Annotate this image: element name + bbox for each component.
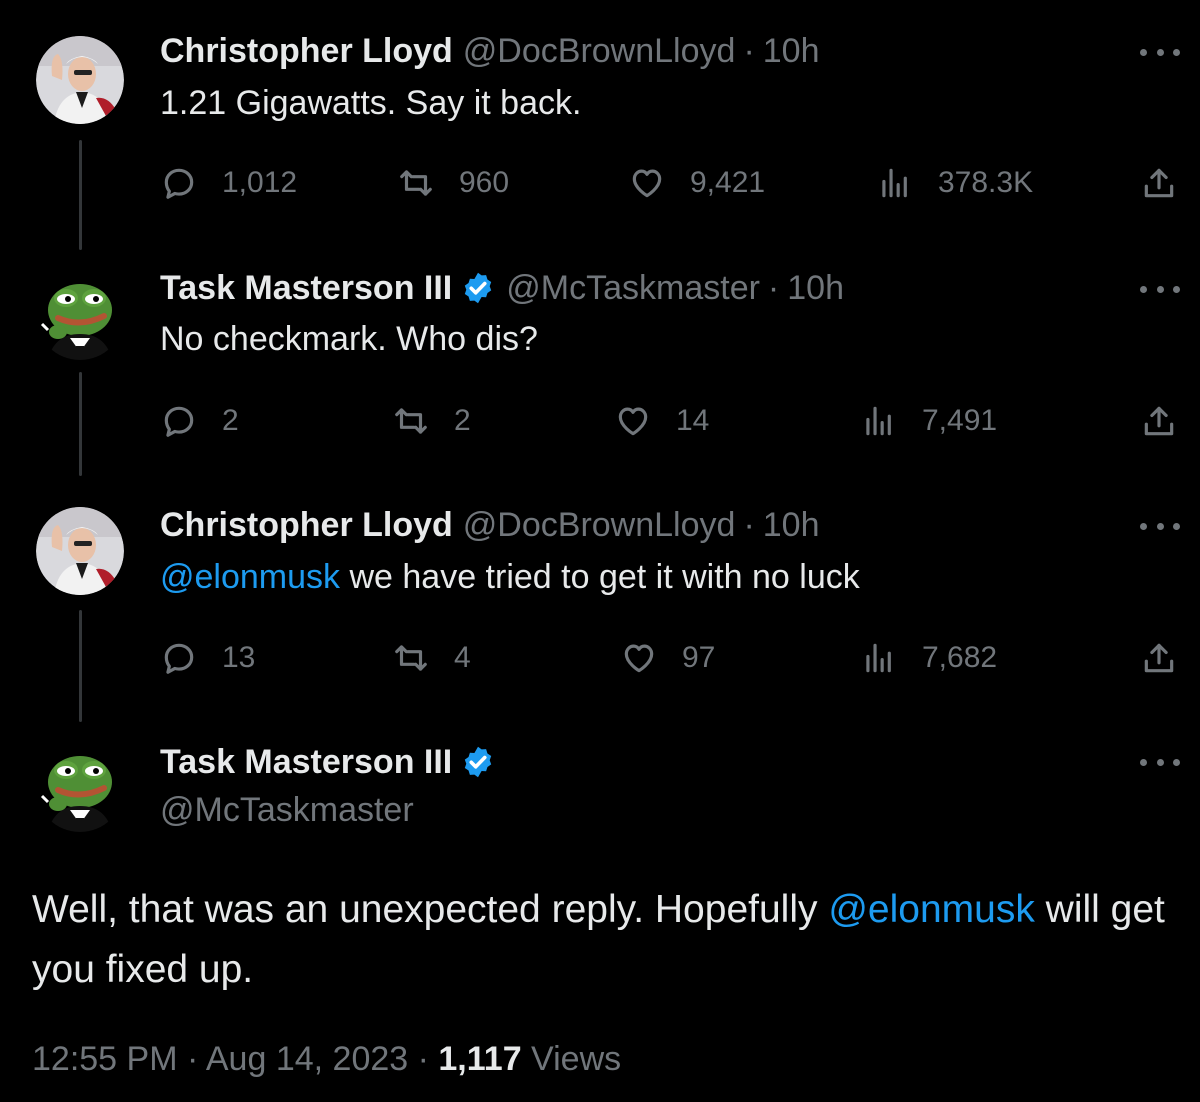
like-count: 9,421 (690, 166, 766, 199)
share-button[interactable] (1140, 633, 1178, 683)
tweet-3-actions: 13 4 97 7,682 (0, 633, 1200, 683)
reply-icon (164, 643, 194, 674)
tweet-2-actions: 2 2 14 7,491 (0, 396, 1200, 446)
like-button[interactable]: 14 (614, 396, 709, 446)
author-name[interactable]: Task Masterson III (160, 269, 452, 308)
avatar-photo (36, 507, 124, 595)
tweet-1-header: Christopher Lloyd @DocBrownLloyd · 10h (160, 29, 820, 73)
retweet-button[interactable]: 960 (397, 158, 509, 208)
separator-dot: · (177, 1040, 206, 1078)
separator-dot: · (767, 268, 780, 307)
views-count: 7,491 (922, 404, 998, 437)
more-icon[interactable] (1140, 752, 1180, 772)
more-icon[interactable] (1140, 279, 1180, 299)
reply-icon (164, 406, 194, 437)
author-name[interactable]: Christopher Lloyd (160, 506, 453, 545)
views-button[interactable]: 7,491 (860, 396, 997, 446)
avatar-pepe (36, 744, 124, 832)
main-tweet-text-start: Well, that was an unexpected reply. Hope… (32, 888, 829, 931)
tweet-text: @elonmusk we have tried to get it with n… (160, 558, 860, 597)
heart-icon (624, 644, 654, 673)
retweet-count: 4 (454, 641, 471, 674)
mention-link[interactable]: @elonmusk (828, 888, 1035, 931)
tweet-1-actions: 1,012 960 9,421 378.3K (0, 158, 1200, 208)
tweet-text-rest: we have tried to get it with no luck (340, 558, 860, 596)
tweet-text: 1.21 Gigawatts. Say it back. (160, 84, 582, 122)
verified-badge-icon[interactable] (460, 744, 496, 780)
reply-button[interactable]: 13 (160, 633, 255, 683)
separator-dot: · (743, 31, 755, 70)
more-icon[interactable] (1140, 42, 1180, 62)
tweet-time[interactable]: 10h (763, 32, 820, 71)
separator-dot: · (408, 1040, 439, 1078)
verified-badge-icon[interactable] (460, 270, 496, 306)
heart-icon (618, 407, 648, 436)
author-handle[interactable]: @DocBrownLloyd (463, 32, 736, 71)
like-button[interactable]: 9,421 (628, 158, 765, 208)
views-icon (882, 168, 907, 198)
avatar-christopher-lloyd[interactable] (36, 507, 124, 595)
reply-count: 13 (222, 641, 256, 674)
views-total[interactable]: 1,117 (438, 1040, 521, 1078)
reply-count: 1,012 (222, 166, 298, 199)
like-count: 14 (676, 404, 710, 437)
tweet-3-header: Christopher Lloyd @DocBrownLloyd · 10h (160, 503, 820, 547)
retweet-icon (395, 645, 427, 671)
share-icon (1144, 168, 1174, 198)
share-icon (1144, 643, 1174, 673)
author-handle[interactable]: @DocBrownLloyd (463, 506, 736, 545)
avatar-task-masterson[interactable] (36, 272, 124, 360)
retweet-button[interactable]: 4 (392, 633, 471, 683)
retweet-icon (395, 408, 427, 434)
tweet-time[interactable]: 10h (763, 506, 820, 545)
views-label: Views (521, 1040, 622, 1078)
main-tweet-header: Task Masterson III (160, 740, 496, 784)
tweet-date[interactable]: Aug 14, 2023 (206, 1040, 408, 1078)
retweet-count: 2 (454, 404, 471, 437)
like-count: 97 (682, 641, 716, 674)
tweet-text: No checkmark. Who dis? (160, 320, 538, 358)
tweet-2-header: Task Masterson III @McTaskmaster · 10h (160, 266, 844, 310)
avatar-photo (36, 36, 124, 124)
reply-button[interactable]: 2 (160, 396, 239, 446)
views-icon (866, 406, 891, 436)
author-handle[interactable]: @McTaskmaster (160, 791, 414, 830)
tweet-metadata: 12:55 PM · Aug 14, 2023 · 1,117 Views (32, 1040, 621, 1079)
like-button[interactable]: 97 (620, 633, 715, 683)
main-tweet-text: Well, that was an unexpected reply. Hope… (32, 880, 1172, 1000)
views-icon (866, 643, 891, 673)
mention-link[interactable]: @elonmusk (160, 558, 340, 596)
views-button[interactable]: 7,682 (860, 633, 997, 683)
separator-dot: · (743, 505, 755, 544)
avatar-christopher-lloyd[interactable] (36, 36, 124, 124)
author-handle[interactable]: @McTaskmaster (506, 269, 760, 308)
heart-icon (632, 169, 662, 198)
reply-icon (164, 168, 194, 199)
retweet-icon (400, 170, 432, 196)
tweet-time[interactable]: 10h (787, 269, 844, 308)
views-count: 7,682 (922, 641, 998, 674)
avatar-pepe (36, 272, 124, 360)
share-icon (1144, 406, 1174, 436)
tweet-1[interactable]: Christopher Lloyd @DocBrownLloyd · 10h 1… (0, 0, 1200, 240)
retweet-button[interactable]: 2 (392, 396, 471, 446)
author-name[interactable]: Task Masterson III (160, 743, 452, 782)
share-button[interactable] (1140, 396, 1178, 446)
author-name[interactable]: Christopher Lloyd (160, 32, 453, 71)
reply-button[interactable]: 1,012 (160, 158, 297, 208)
retweet-count: 960 (459, 166, 510, 199)
tweet-2[interactable]: Task Masterson III @McTaskmaster · 10h N… (0, 240, 1200, 480)
more-icon[interactable] (1140, 516, 1180, 536)
main-tweet-handle-line: @McTaskmaster (160, 788, 414, 832)
avatar-task-masterson[interactable] (36, 744, 124, 832)
tweet-timestamp[interactable]: 12:55 PM (32, 1040, 178, 1078)
reply-count: 2 (222, 404, 239, 437)
views-button[interactable]: 378.3K (876, 158, 1033, 208)
share-button[interactable] (1140, 158, 1178, 208)
tweet-3[interactable]: Christopher Lloyd @DocBrownLloyd · 10h @… (0, 480, 1200, 720)
views-count: 378.3K (938, 166, 1034, 199)
